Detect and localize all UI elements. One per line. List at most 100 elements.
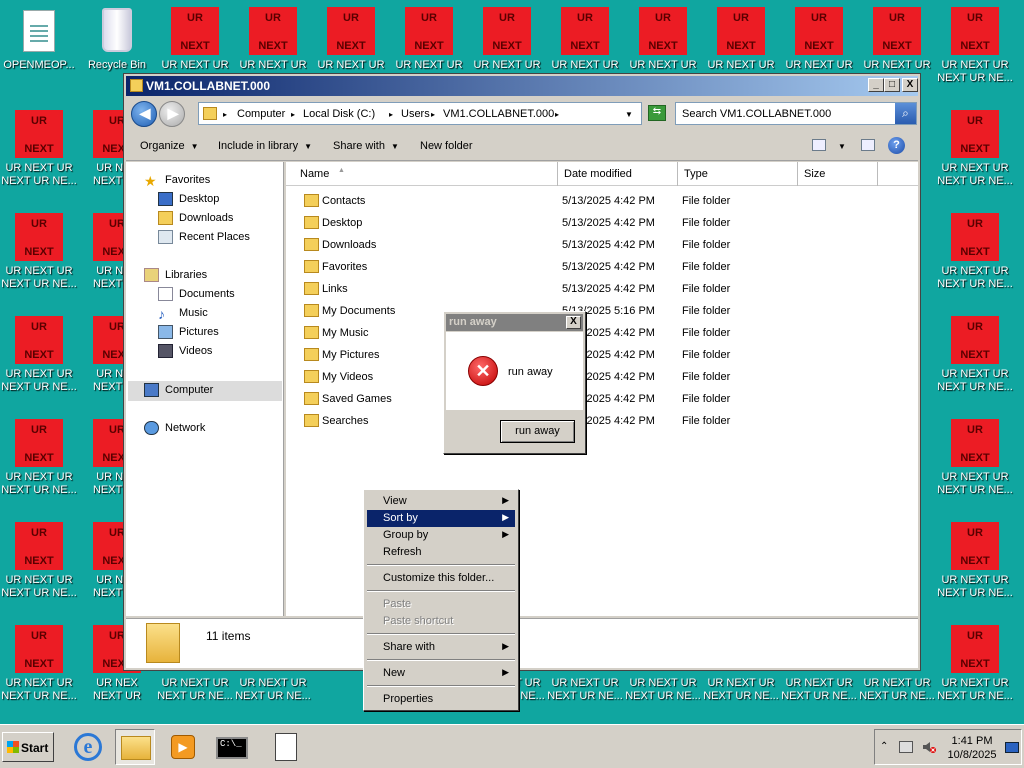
- column-header-size[interactable]: Size: [798, 162, 878, 186]
- ur-next-icon: UR NEXT: [951, 213, 999, 261]
- share-with-button[interactable]: Share with ▼: [333, 140, 399, 152]
- menu-item-group-by[interactable]: Group by ▶: [367, 527, 515, 544]
- table-row[interactable]: Saved Games 5/13/2025 4:42 PM File folder: [286, 388, 918, 410]
- desktop-icon-ur-next[interactable]: UR NEXT UR NEXT UR NEXT UR NE...: [0, 103, 78, 203]
- search-input[interactable]: Search VM1.COLLABNET.000 ⌕: [675, 102, 917, 125]
- desktop-icon-ur-next[interactable]: UR NEXT UR NEXT UR NEXT UR NE...: [0, 206, 78, 306]
- ur-text: UR: [31, 527, 47, 539]
- table-row[interactable]: My Documents 5/13/2025 5:16 PM File folder: [286, 300, 918, 322]
- menu-item-share-with[interactable]: Share with ▶: [367, 639, 515, 656]
- preview-pane-icon[interactable]: [861, 139, 875, 151]
- table-row[interactable]: Desktop 5/13/2025 4:42 PM File folder: [286, 212, 918, 234]
- close-button[interactable]: X: [902, 78, 918, 92]
- dialog-close-button[interactable]: X: [566, 316, 581, 329]
- minimize-button[interactable]: _: [868, 78, 884, 92]
- chevron-down-icon[interactable]: ▼: [838, 142, 846, 151]
- view-options-icon[interactable]: [812, 139, 826, 151]
- column-label: Name: [300, 168, 330, 180]
- table-row[interactable]: My Music 5/13/2025 4:42 PM File folder: [286, 322, 918, 344]
- dialog-message: run away: [508, 366, 553, 378]
- forward-arrow-icon: ▶: [167, 105, 179, 121]
- menu-item-properties[interactable]: Properties: [367, 691, 515, 708]
- chevron-down-icon[interactable]: ▼: [625, 110, 633, 119]
- table-row[interactable]: My Pictures 5/13/2025 4:42 PM File folder: [286, 344, 918, 366]
- help-icon[interactable]: ?: [888, 137, 905, 154]
- desktop-icon-ur-next[interactable]: UR NEXT UR NEXT UR NEXT UR NE...: [936, 309, 1014, 409]
- breadcrumb-item-computer[interactable]: Computer: [237, 108, 285, 120]
- desktop-icon-ur-next[interactable]: UR NEXT UR NEXT UR NEXT UR NE...: [0, 618, 78, 718]
- taskbar-command-prompt[interactable]: C:\_: [212, 729, 252, 765]
- menu-item-refresh[interactable]: Refresh: [367, 544, 515, 561]
- clock[interactable]: 1:41 PM 10/8/2025: [941, 734, 1003, 762]
- back-button[interactable]: ◀: [131, 101, 157, 127]
- ur-next-icon: UR NEXT: [249, 7, 297, 55]
- breadcrumb[interactable]: ▸ Computer ▸ Local Disk (C:) ▸ Users ▸ V…: [198, 102, 642, 125]
- menu-item-new[interactable]: New ▶: [367, 665, 515, 682]
- desktop-icon-ur-next[interactable]: UR NEXT UR NEXT UR NEXT UR NE...: [936, 206, 1014, 306]
- table-row[interactable]: Contacts 5/13/2025 4:42 PM File folder: [286, 190, 918, 212]
- include-label: Include in library: [218, 140, 299, 152]
- search-icon[interactable]: ⌕: [895, 103, 916, 124]
- desktop-icon-ur-next[interactable]: UR NEXT UR NEXT UR NEXT UR NE...: [936, 412, 1014, 512]
- nav-label: Music: [179, 307, 208, 319]
- nav-label: Network: [165, 422, 206, 434]
- new-folder-button[interactable]: New folder: [420, 140, 473, 152]
- file-name: Links: [322, 283, 348, 295]
- table-row[interactable]: Favorites 5/13/2025 4:42 PM File folder: [286, 256, 918, 278]
- desktop-icon-ur-next[interactable]: UR NEXT UR NEXT UR NEXT UR NE...: [936, 515, 1014, 615]
- organize-button[interactable]: Organize ▼: [140, 140, 199, 152]
- ur-next-icon: UR NEXT: [327, 7, 375, 55]
- dialog-ok-button[interactable]: run away: [500, 420, 575, 443]
- show-desktop-icon[interactable]: [1005, 742, 1019, 753]
- maximize-button[interactable]: □: [884, 78, 900, 92]
- menu-item-view[interactable]: View ▶: [367, 493, 515, 510]
- ur-next-icon: UR NEXT: [15, 316, 63, 364]
- desktop-icon-ur-next[interactable]: UR NEXT UR NEXT UR NEXT UR NE...: [936, 618, 1014, 718]
- column-header-name[interactable]: Name ▲: [294, 162, 558, 186]
- next-text: NEXT: [24, 246, 54, 258]
- dialog-titlebar[interactable]: run away X: [446, 314, 583, 331]
- ur-next-icon: UR NEXT: [951, 7, 999, 55]
- column-header-date[interactable]: Date modified: [558, 162, 678, 186]
- desktop-icon-ur-next[interactable]: UR NEXT UR NEXT UR NEXT UR NE...: [936, 0, 1014, 100]
- ur-next-icon: UR NEXT: [15, 419, 63, 467]
- volume-muted-icon[interactable]: [922, 740, 936, 754]
- table-row[interactable]: Links 5/13/2025 4:42 PM File folder: [286, 278, 918, 300]
- table-row[interactable]: My Videos 5/13/2025 4:42 PM File folder: [286, 366, 918, 388]
- start-button[interactable]: Start: [2, 732, 54, 762]
- refresh-icon[interactable]: ⇆: [648, 105, 666, 121]
- breadcrumb-item-users[interactable]: Users: [401, 108, 430, 120]
- nav-label: Libraries: [165, 269, 208, 281]
- file-name: Favorites: [322, 261, 368, 273]
- menu-item-sort-by[interactable]: Sort by ▶: [367, 510, 515, 527]
- nav-label: Recent Places: [179, 231, 250, 243]
- desktop-icon-ur-next[interactable]: UR NEXT UR NEXT UR NEXT UR NE...: [0, 412, 78, 512]
- desktop-icon-openmeop[interactable]: OPENMEOP...: [0, 0, 78, 100]
- network-icon[interactable]: [899, 741, 913, 753]
- ur-text: UR: [967, 12, 983, 24]
- table-row[interactable]: Downloads 5/13/2025 4:42 PM File folder: [286, 234, 918, 256]
- taskbar-app[interactable]: [265, 729, 305, 765]
- desktop-icon-ur-next[interactable]: UR NEXT UR NEXT UR NEXT UR NE...: [0, 309, 78, 409]
- ur-next-icon: UR NEXT: [951, 110, 999, 158]
- file-name: Saved Games: [322, 393, 392, 405]
- show-hidden-icons[interactable]: ⌃: [880, 741, 888, 752]
- ur-text: UR: [31, 218, 47, 230]
- chevron-down-icon: ▼: [390, 142, 399, 151]
- include-in-library-button[interactable]: Include in library ▼: [218, 140, 312, 152]
- breadcrumb-item-local-disk[interactable]: Local Disk (C:): [303, 108, 375, 120]
- window-titlebar[interactable]: VM1.COLLABNET.000 _ □ X: [126, 76, 918, 96]
- column-header-type[interactable]: Type: [678, 162, 798, 186]
- taskbar-internet-explorer[interactable]: e: [68, 729, 108, 765]
- desktop-icon-ur-next[interactable]: UR NEXT UR NEXT UR NEXT UR NE...: [0, 515, 78, 615]
- dialog-title: run away: [449, 316, 497, 328]
- menu-item-customize[interactable]: Customize this folder...: [367, 570, 515, 587]
- taskbar-media-player[interactable]: ▶: [163, 729, 203, 765]
- desktop-icon-ur-next[interactable]: UR NEXT UR NEXT UR NEXT UR NE...: [936, 103, 1014, 203]
- taskbar-explorer[interactable]: [115, 729, 155, 765]
- next-text: NEXT: [960, 555, 990, 567]
- breadcrumb-item-current[interactable]: VM1.COLLABNET.000: [443, 108, 554, 120]
- ur-text: UR: [967, 527, 983, 539]
- table-row[interactable]: Searches 5/13/2025 4:42 PM File folder: [286, 410, 918, 432]
- forward-button[interactable]: ▶: [159, 101, 185, 127]
